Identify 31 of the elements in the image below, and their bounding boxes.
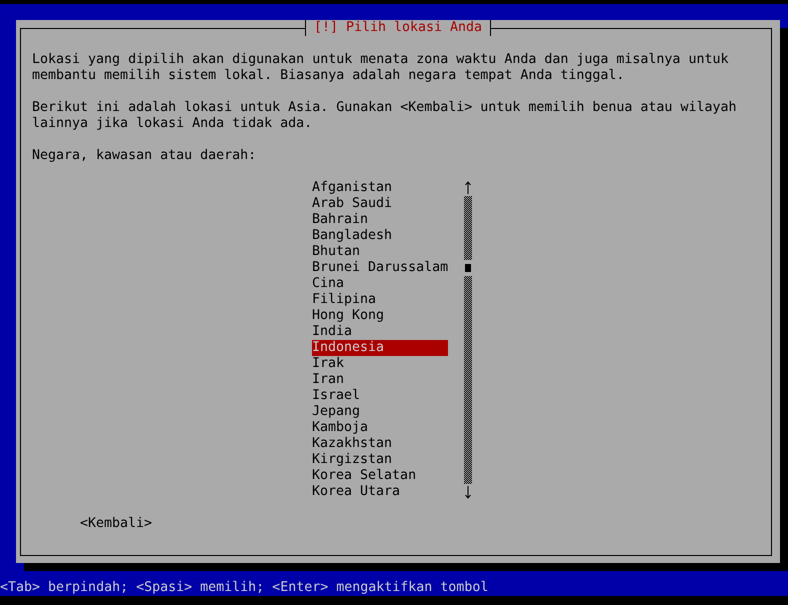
list-item[interactable]: Filipina (312, 292, 448, 308)
list-item[interactable]: India (312, 324, 448, 340)
list-item[interactable]: Kirgizstan (312, 452, 448, 468)
list-item[interactable]: Kazakhstan (312, 436, 448, 452)
dialog-title: [!] Pilih lokasi Anda (314, 20, 482, 36)
scroll-track[interactable] (464, 276, 472, 484)
paragraph: Negara, kawasan atau daerah: (32, 148, 258, 164)
list-item[interactable]: Indonesia (312, 340, 448, 356)
list-item[interactable]: Brunei Darussalam (312, 260, 448, 276)
down-arrow-icon[interactable] (465, 484, 471, 500)
paragraph: Berikut ini adalah lokasi untuk Asia. Gunakan <Kembali> untuk memilih benua atau wilayah lainnya jika lokasi Anda tidak ada. (32, 100, 738, 132)
list-item[interactable]: Afganistan (312, 180, 448, 196)
list-item[interactable]: Arab Saudi (312, 196, 448, 212)
list-item[interactable]: Bhutan (312, 244, 448, 260)
paragraph: Lokasi yang dipilih akan digunakan untuk menata zona waktu Anda dan juga misalnya untuk membantu memilih sistem lokal. Biasanya adalah negara tempat Anda tinggal. (32, 52, 730, 84)
back-button[interactable]: <Kembali> (80, 516, 152, 532)
list-item[interactable]: Cina (312, 276, 448, 292)
list-item[interactable]: Israel (312, 388, 448, 404)
list-item[interactable]: Korea Utara (312, 484, 448, 500)
list-item[interactable]: Bahrain (312, 212, 448, 228)
list-item[interactable]: Irak (312, 356, 448, 372)
list-item[interactable]: Jepang (312, 404, 448, 420)
status-bar: <Tab> berpindah; <Spasi> memilih; <Enter> mengaktifkan tombol (0, 580, 788, 596)
list-item[interactable]: Bangladesh (312, 228, 448, 244)
list-item[interactable]: Kamboja (312, 420, 448, 436)
scroll-track[interactable] (464, 196, 472, 260)
list-item[interactable]: Hong Kong (312, 308, 448, 324)
list-item[interactable]: Iran (312, 372, 448, 388)
list-item[interactable]: Korea Selatan (312, 468, 448, 484)
up-arrow-icon[interactable] (465, 180, 471, 196)
scroll-thumb[interactable] (465, 264, 471, 272)
